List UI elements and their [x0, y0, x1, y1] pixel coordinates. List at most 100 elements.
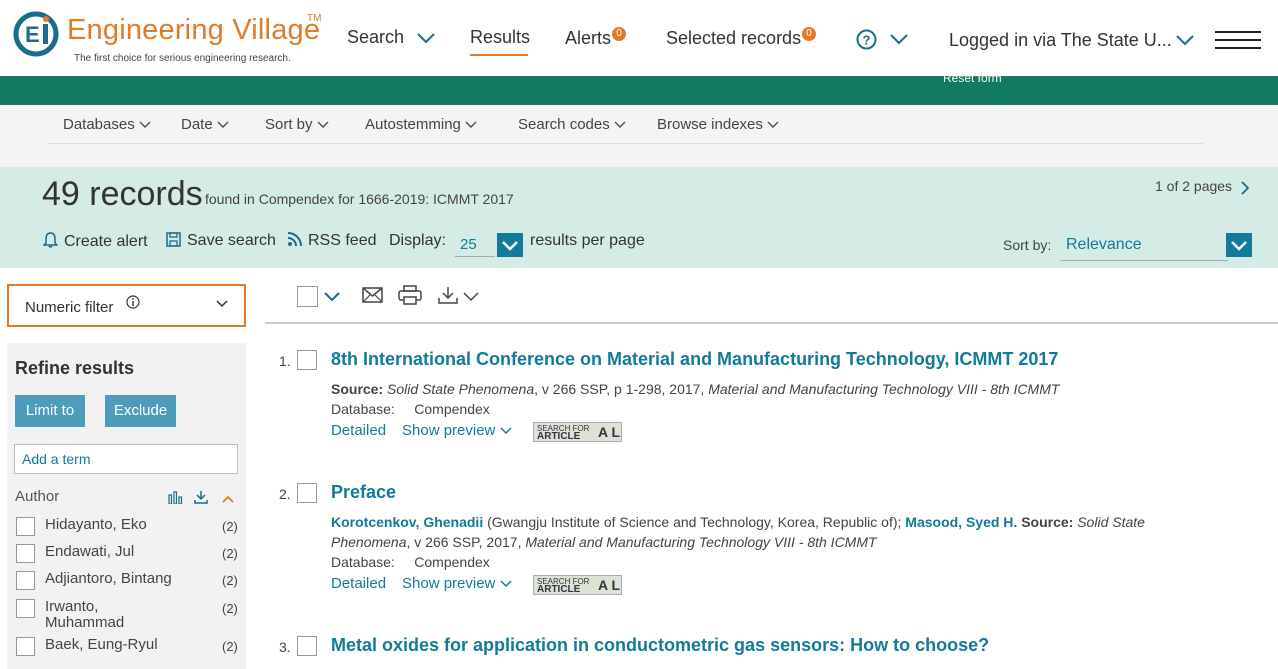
result-checkbox[interactable] — [297, 636, 317, 656]
option-sort-by[interactable]: Sort by — [265, 116, 329, 133]
help-icon[interactable]: ? — [856, 29, 877, 50]
chevron-down-icon — [767, 121, 779, 129]
author-checkbox[interactable] — [16, 637, 35, 656]
bar-chart-icon[interactable] — [168, 490, 184, 505]
nav-selected-label: Selected records — [666, 28, 802, 48]
author-count: (2) — [222, 601, 238, 616]
save-search-button[interactable]: Save search — [166, 232, 276, 250]
results-per-page-dropdown-button[interactable] — [497, 233, 523, 257]
results-per-page-select[interactable]: 25 — [460, 236, 477, 253]
result-title[interactable]: Preface — [331, 482, 396, 503]
author-name: Adjiantoro, Bintang — [45, 570, 172, 587]
select-all-checkbox[interactable] — [297, 286, 318, 307]
print-icon[interactable] — [398, 285, 422, 305]
chevron-up-icon[interactable] — [221, 494, 235, 504]
next-page-chevron-icon[interactable] — [1240, 181, 1250, 195]
download-icon[interactable] — [438, 286, 458, 304]
option-sort-by-label: Sort by — [265, 116, 313, 133]
detailed-link[interactable]: Detailed — [331, 575, 386, 592]
floppy-disk-icon — [166, 232, 181, 247]
logo-text[interactable]: Engineering Village — [67, 14, 320, 47]
author-name: Endawati, Jul — [45, 543, 135, 560]
author-checkbox[interactable] — [16, 599, 35, 618]
download-icon[interactable] — [194, 490, 209, 504]
database-value: Compendex — [414, 401, 490, 417]
add-term-input[interactable]: Add a term — [14, 444, 238, 474]
exclude-button[interactable]: Exclude — [105, 395, 176, 427]
source-journal-cont: Phenomena — [331, 534, 407, 550]
sort-by-select[interactable]: Relevance — [1066, 236, 1142, 254]
selected-count-badge: 0 — [802, 27, 817, 41]
nav-alerts[interactable]: Alerts 0 — [565, 27, 627, 49]
user-chevron-down-icon[interactable] — [1175, 34, 1195, 48]
author-name-line1: Irwanto, — [45, 598, 99, 615]
author-link[interactable]: Korotcenkov, Ghenadii — [331, 514, 483, 530]
option-autostemming[interactable]: Autostemming — [365, 116, 477, 133]
result-title[interactable]: Metal oxides for application in conducto… — [331, 635, 989, 656]
sfa-line3: A L — [598, 577, 621, 593]
show-preview-link[interactable]: Show preview — [402, 575, 512, 592]
author-checkbox[interactable] — [16, 544, 35, 563]
option-databases[interactable]: Databases — [63, 116, 151, 133]
database-value: Compendex — [414, 554, 490, 570]
chevron-down-icon — [217, 121, 229, 129]
chevron-down-icon — [317, 121, 329, 129]
author-checkbox[interactable] — [16, 571, 35, 590]
author-count: (2) — [222, 573, 238, 588]
source-conference: Material and Manufacturing Technology VI… — [708, 381, 1060, 397]
save-search-label: Save search — [187, 232, 276, 249]
results-toolbar-divider — [265, 322, 1278, 324]
option-search-codes[interactable]: Search codes — [518, 116, 626, 133]
user-account-label[interactable]: Logged in via The State U... — [949, 30, 1172, 51]
option-date[interactable]: Date — [181, 116, 229, 133]
author-link[interactable]: Masood, Syed H. — [905, 514, 1017, 530]
sort-by-dropdown-button[interactable] — [1226, 233, 1252, 257]
nav-selected-records[interactable]: Selected records 0 — [666, 27, 817, 49]
chevron-down-icon — [216, 300, 228, 308]
source-label: Source: — [1017, 514, 1074, 530]
result-checkbox[interactable] — [297, 350, 317, 370]
search-for-article-button[interactable]: SEARCH FOR ARTICLE A L — [533, 575, 622, 595]
option-browse-indexes[interactable]: Browse indexes — [657, 116, 779, 133]
show-preview-link[interactable]: Show preview — [402, 422, 512, 439]
page-indicator: 1 of 2 pages — [1155, 178, 1233, 194]
show-preview-label: Show preview — [402, 575, 496, 592]
search-for-article-button[interactable]: SEARCH FOR ARTICLE A L — [533, 422, 622, 442]
chevron-down-icon — [502, 241, 518, 251]
engineering-village-logo-icon[interactable]: E — [13, 11, 59, 57]
author-checkbox[interactable] — [16, 517, 35, 536]
create-alert-button[interactable]: Create alert — [42, 232, 148, 251]
email-icon[interactable] — [362, 287, 383, 303]
author-count: (2) — [222, 546, 238, 561]
help-chevron-down-icon[interactable] — [889, 33, 909, 47]
numeric-filter-dropdown[interactable]: Numeric filter — [7, 284, 246, 327]
download-options-chevron-icon[interactable] — [462, 291, 480, 303]
nav-results[interactable]: Results — [470, 27, 530, 48]
result-checkbox[interactable] — [297, 483, 317, 503]
info-icon[interactable] — [126, 295, 140, 309]
chevron-down-icon — [1231, 241, 1247, 251]
rss-feed-button[interactable]: RSS feed — [287, 232, 376, 250]
result-source: Source: Solid State Phenomena, v 266 SSP… — [331, 381, 1059, 397]
author-name: Irwanto, Muhammad — [45, 599, 124, 631]
chevron-down-icon — [614, 121, 626, 129]
hamburger-menu-icon[interactable] — [1215, 31, 1261, 51]
results-per-page-label: results per page — [530, 232, 645, 249]
detailed-link[interactable]: Detailed — [331, 422, 386, 439]
option-search-codes-label: Search codes — [518, 116, 610, 133]
source-details: , v 266 SSP, p 1-298, 2017, — [534, 381, 709, 397]
author-facet-heading[interactable]: Author — [15, 488, 59, 505]
option-databases-label: Databases — [63, 116, 135, 133]
logo-tagline: The first choice for serious engineering… — [74, 53, 291, 64]
limit-to-button[interactable]: Limit to — [15, 395, 85, 427]
nav-search-label: Search — [347, 27, 405, 47]
author-name: Baek, Eung-Ryul — [45, 636, 158, 653]
author-name-line2: Muhammad — [45, 614, 125, 631]
reset-form-link[interactable]: Reset form — [943, 71, 1002, 85]
source-journal: Solid State Phenomena — [387, 381, 535, 397]
rss-feed-label: RSS feed — [308, 232, 377, 249]
nav-search[interactable]: Search — [347, 27, 437, 48]
author-count: (2) — [222, 519, 238, 534]
result-title[interactable]: 8th International Conference on Material… — [331, 349, 1058, 370]
select-options-chevron-icon[interactable] — [323, 291, 341, 303]
